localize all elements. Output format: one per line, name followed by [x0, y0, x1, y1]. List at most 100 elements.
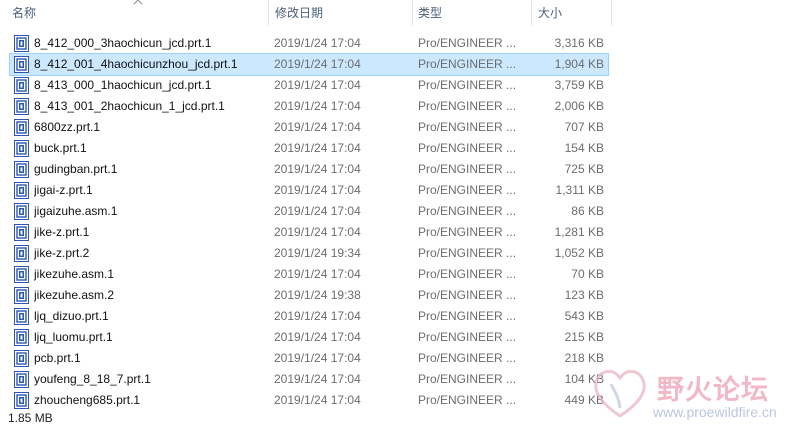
file-name: 8_412_001_4haochicunzhou_jcd.prt.1	[34, 57, 238, 71]
column-divider[interactable]	[611, 0, 612, 26]
column-divider[interactable]	[531, 0, 532, 26]
file-size: 70 KB	[571, 267, 604, 281]
file-size: 1,281 KB	[554, 225, 604, 239]
file-row[interactable]: gudingban.prt.1 2019/1/24 17:04 Pro/ENGINE…	[10, 159, 608, 180]
file-size: 1,311 KB	[555, 183, 604, 197]
file-name: jikezuhe.asm.2	[34, 288, 115, 302]
file-type: Pro/ENGINEER ...	[418, 288, 517, 302]
proengineer-file-icon	[14, 392, 29, 409]
file-modified-date: 2019/1/24 17:04	[274, 267, 361, 281]
file-name: 8_413_001_2haochicun_1_jcd.prt.1	[34, 99, 225, 113]
file-name: jikezuhe.asm.1	[34, 267, 115, 281]
file-modified-date: 2019/1/24 17:04	[274, 99, 361, 113]
file-modified-date: 2019/1/24 17:04	[274, 162, 361, 176]
column-header-size[interactable]: 大小	[538, 0, 562, 26]
file-name: gudingban.prt.1	[34, 162, 118, 176]
watermark-url: www.proewildfire.cn	[653, 404, 777, 420]
file-name: jike-z.prt.2	[34, 246, 90, 260]
file-size: 215 KB	[564, 330, 604, 344]
file-row[interactable]: ljq_dizuo.prt.1 2019/1/24 17:04 Pro/ENGINE…	[10, 306, 608, 327]
file-row[interactable]: jigaizuhe.asm.1 2019/1/24 17:04 Pro/ENGINE…	[10, 201, 608, 222]
file-size: 3,316 KB	[554, 36, 604, 50]
file-modified-date: 2019/1/24 17:04	[274, 330, 361, 344]
proengineer-file-icon	[14, 329, 29, 346]
file-name: jike-z.prt.1	[34, 225, 90, 239]
file-name: 6800zz.prt.1	[34, 120, 101, 134]
file-size: 86 KB	[571, 204, 604, 218]
watermark-text: 野火论坛	[657, 375, 769, 406]
sort-ascending-icon[interactable]	[133, 0, 143, 6]
proengineer-file-icon	[14, 203, 29, 220]
file-name: ljq_luomu.prt.1	[34, 330, 113, 344]
status-selection-size: 1.85 MB	[8, 411, 53, 425]
file-modified-date: 2019/1/24 17:04	[274, 57, 361, 71]
file-row[interactable]: 8_413_001_2haochicun_1_jcd.prt.1 2019/1/2…	[10, 96, 608, 117]
column-header-name[interactable]: 名称	[12, 0, 36, 26]
file-row[interactable]: zhoucheng685.prt.1 2019/1/24 17:04 Pro/ENG…	[10, 390, 608, 411]
file-size: 725 KB	[564, 162, 604, 176]
file-modified-date: 2019/1/24 17:04	[274, 351, 361, 365]
file-size: 123 KB	[564, 288, 604, 302]
file-size: 707 KB	[564, 120, 604, 134]
file-modified-date: 2019/1/24 17:04	[274, 141, 361, 155]
file-type: Pro/ENGINEER ...	[418, 183, 517, 197]
proengineer-file-icon	[14, 371, 29, 388]
file-row[interactable]: jike-z.prt.2 2019/1/24 19:34 Pro/ENGINEER …	[10, 243, 608, 264]
file-row[interactable]: 8_412_001_4haochicunzhou_jcd.prt.1 2019/1…	[9, 53, 609, 76]
file-row[interactable]: youfeng_8_18_7.prt.1 2019/1/24 17:04 Pro/E…	[10, 369, 608, 390]
file-row[interactable]: jike-z.prt.1 2019/1/24 17:04 Pro/ENGINEER …	[10, 222, 608, 243]
file-modified-date: 2019/1/24 19:34	[274, 246, 361, 260]
file-type: Pro/ENGINEER ...	[418, 141, 517, 155]
file-row[interactable]: pcb.prt.1 2019/1/24 17:04 Pro/ENGINEER ...…	[10, 348, 608, 369]
proengineer-file-icon	[14, 35, 29, 52]
file-size: 1,904 KB	[554, 57, 604, 71]
proengineer-file-icon	[14, 287, 29, 304]
file-type: Pro/ENGINEER ...	[418, 246, 517, 260]
file-name: buck.prt.1	[34, 141, 87, 155]
proengineer-file-icon	[14, 182, 29, 199]
file-row[interactable]: jikezuhe.asm.2 2019/1/24 19:38 Pro/ENGINEE…	[10, 285, 608, 306]
heart-logo-icon	[594, 370, 646, 418]
file-name: pcb.prt.1	[34, 351, 81, 365]
file-row[interactable]: 8_412_000_3haochicun_jcd.prt.1 2019/1/24 …	[10, 33, 608, 54]
proengineer-file-icon	[14, 245, 29, 262]
file-size: 3,759 KB	[554, 78, 604, 92]
file-type: Pro/ENGINEER ...	[418, 225, 517, 239]
file-row[interactable]: jikezuhe.asm.1 2019/1/24 17:04 Pro/ENGINEE…	[10, 264, 608, 285]
file-size: 543 KB	[564, 309, 604, 323]
file-type: Pro/ENGINEER ...	[418, 36, 517, 50]
file-size: 154 KB	[564, 141, 604, 155]
column-header-type[interactable]: 类型	[418, 0, 442, 26]
proengineer-file-icon	[14, 161, 29, 178]
proengineer-file-icon	[14, 350, 29, 367]
file-type: Pro/ENGINEER ...	[418, 330, 517, 344]
column-header-date[interactable]: 修改日期	[275, 0, 323, 26]
file-row[interactable]: buck.prt.1 2019/1/24 17:04 Pro/ENGINEER ..…	[10, 138, 608, 159]
file-modified-date: 2019/1/24 17:04	[274, 393, 361, 407]
proengineer-file-icon	[14, 98, 29, 115]
file-row[interactable]: 6800zz.prt.1 2019/1/24 17:04 Pro/ENGINEER …	[10, 117, 608, 138]
file-type: Pro/ENGINEER ...	[418, 309, 517, 323]
file-row[interactable]: 8_413_000_1haochicun_jcd.prt.1 2019/1/24 …	[10, 75, 608, 96]
column-divider[interactable]	[412, 0, 413, 26]
file-modified-date: 2019/1/24 17:04	[274, 78, 361, 92]
file-type: Pro/ENGINEER ...	[418, 162, 517, 176]
proengineer-file-icon	[14, 119, 29, 136]
file-row[interactable]: jigai-z.prt.1 2019/1/24 17:04 Pro/ENGINEER…	[10, 180, 608, 201]
file-row[interactable]: ljq_luomu.prt.1 2019/1/24 17:04 Pro/ENGINE…	[10, 327, 608, 348]
file-type: Pro/ENGINEER ...	[418, 393, 517, 407]
file-modified-date: 2019/1/24 17:04	[274, 120, 361, 134]
proengineer-file-icon	[14, 140, 29, 157]
file-type: Pro/ENGINEER ...	[418, 267, 517, 281]
column-divider[interactable]	[268, 0, 269, 26]
proengineer-file-icon	[14, 308, 29, 325]
file-modified-date: 2019/1/24 17:04	[274, 183, 361, 197]
file-modified-date: 2019/1/24 17:04	[274, 204, 361, 218]
file-modified-date: 2019/1/24 19:38	[274, 288, 361, 302]
file-name: 8_412_000_3haochicun_jcd.prt.1	[34, 36, 212, 50]
file-type: Pro/ENGINEER ...	[418, 120, 517, 134]
file-type: Pro/ENGINEER ...	[418, 57, 517, 71]
file-type: Pro/ENGINEER ...	[418, 99, 517, 113]
file-size: 2,006 KB	[554, 99, 604, 113]
file-type: Pro/ENGINEER ...	[418, 204, 517, 218]
